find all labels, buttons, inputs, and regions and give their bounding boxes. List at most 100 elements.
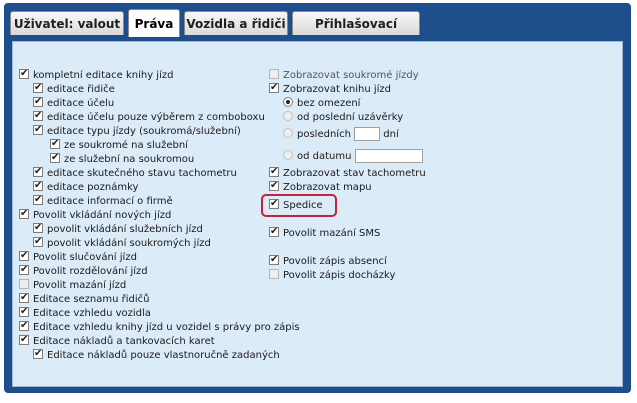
checkbox[interactable] <box>33 83 43 93</box>
checkbox[interactable] <box>19 293 29 303</box>
perm-edit-purpose[interactable]: editace účelu <box>33 97 114 111</box>
checkbox[interactable] <box>19 321 29 331</box>
perm-label: ze soukromé na služební <box>64 140 188 151</box>
radio-since-last-closing[interactable]: od poslední uzávěrky <box>283 111 403 125</box>
date-input[interactable] <box>354 149 423 163</box>
checkbox[interactable] <box>19 69 29 79</box>
checkbox[interactable] <box>19 251 29 261</box>
checkbox[interactable] <box>50 153 60 163</box>
perm-edit-purpose-combobox[interactable]: editace účelu pouze výběrem z comboboxu <box>33 111 265 125</box>
opt-show-map[interactable]: Zobrazovat mapu <box>269 181 372 195</box>
checkbox[interactable] <box>50 139 60 149</box>
perm-label: editace řidiče <box>47 84 115 95</box>
tab-vehicles-drivers[interactable]: Vozidla a řidiči <box>184 11 288 35</box>
perm-label: Editace nákladů pouze vlastnoručně zadan… <box>47 350 280 361</box>
perm-edit-logbook-look[interactable]: Editace vzhledu knihy jízd u vozidel s p… <box>19 321 300 335</box>
perm-label: ze služební na soukromou <box>64 154 195 165</box>
perm-label: kompletní editace knihy jízd <box>33 70 174 81</box>
opt-allow-attendance[interactable]: Povolit zápis docházky <box>269 269 395 283</box>
checkbox[interactable] <box>269 181 279 191</box>
opt-label: Zobrazovat knihu jízd <box>283 84 391 95</box>
checkbox[interactable] <box>33 125 43 135</box>
radio-button[interactable] <box>283 111 293 121</box>
radio-label: od poslední uzávěrky <box>297 112 404 123</box>
checkbox[interactable] <box>269 255 279 265</box>
checkbox[interactable] <box>19 335 29 345</box>
perm-delete-trips[interactable]: Povolit mazání jízd <box>19 279 126 293</box>
perm-label: Editace vzhledu vozidla <box>33 308 151 319</box>
opt-label: Zobrazovat stav tachometru <box>283 168 426 179</box>
checkbox[interactable] <box>269 83 279 93</box>
radio-button[interactable] <box>283 97 293 107</box>
perm-label: povolit vkládání soukromých jízd <box>47 238 211 249</box>
opt-allow-absence[interactable]: Povolit zápis absencí <box>269 255 387 269</box>
perm-edit-own-costs[interactable]: Editace nákladů pouze vlastnoručně zadan… <box>33 349 280 363</box>
checkbox[interactable] <box>269 69 279 79</box>
checkbox[interactable] <box>33 237 43 247</box>
checkbox[interactable] <box>269 269 279 279</box>
opt-show-tachometer[interactable]: Zobrazovat stav tachometru <box>269 167 426 181</box>
perm-edit-note[interactable]: editace poznámky <box>33 181 138 195</box>
radio-label: bez omezení <box>297 98 361 109</box>
perm-label: povolit vkládání služebních jízd <box>47 224 203 235</box>
checkbox[interactable] <box>33 111 43 121</box>
perm-split-trips[interactable]: Povolit rozdělování jízd <box>19 265 148 279</box>
checkbox[interactable] <box>33 181 43 191</box>
highlight-box <box>261 194 337 217</box>
perm-edit-costs-cards[interactable]: Editace nákladů a tankovacích karet <box>19 335 215 349</box>
perm-private-to-business[interactable]: ze soukromé na služební <box>50 139 188 153</box>
opt-show-private-trips[interactable]: Zobrazovat soukromé jízdy <box>269 69 419 83</box>
checkbox[interactable] <box>33 349 43 359</box>
checkbox[interactable] <box>19 279 29 289</box>
radio-no-limit[interactable]: bez omezení <box>283 97 360 111</box>
checkbox[interactable] <box>33 195 43 205</box>
perm-edit-drivers-list[interactable]: Editace seznamu řidičů <box>19 293 150 307</box>
checkbox[interactable] <box>269 167 279 177</box>
opt-show-logbook[interactable]: Zobrazovat knihu jízd <box>269 83 391 97</box>
radio-button[interactable] <box>283 150 293 160</box>
opt-label: Zobrazovat mapu <box>283 182 372 193</box>
perm-label: editace informací o firmě <box>47 196 173 207</box>
perm-label: Povolit slučování jízd <box>33 252 137 263</box>
checkbox[interactable] <box>19 209 29 219</box>
perm-label: Povolit rozdělování jízd <box>33 266 148 277</box>
radio-button[interactable] <box>283 128 293 138</box>
perm-label: Editace vzhledu knihy jízd u vozidel s p… <box>33 322 300 333</box>
perm-merge-trips[interactable]: Povolit slučování jízd <box>19 251 137 265</box>
perm-label: editace typu jízdy (soukromá/služební) <box>47 126 241 137</box>
checkbox[interactable] <box>33 167 43 177</box>
radio-last-days[interactable]: posledních dní <box>283 127 399 141</box>
perm-label: editace skutečného stavu tachometru <box>47 168 237 179</box>
tab-rights[interactable]: Práva <box>128 9 180 37</box>
perm-insert-business-trips[interactable]: povolit vkládání služebních jízd <box>33 223 203 237</box>
opt-label: Povolit mazání SMS <box>283 228 381 239</box>
perm-edit-trip-type[interactable]: editace typu jízdy (soukromá/služební) <box>33 125 241 139</box>
opt-label: Zobrazovat soukromé jízdy <box>283 70 419 81</box>
perm-label: Editace seznamu řidičů <box>33 294 150 305</box>
perm-edit-driver[interactable]: editace řidiče <box>33 83 115 97</box>
perm-label: editace účelu pouze výběrem z comboboxu <box>47 112 265 123</box>
tab-user[interactable]: Uživatel: valout <box>10 11 124 35</box>
perm-edit-tachometer[interactable]: editace skutečného stavu tachometru <box>33 167 237 181</box>
checkbox[interactable] <box>19 307 29 317</box>
days-suffix: dní <box>383 129 399 140</box>
perm-full-logbook-edit[interactable]: kompletní editace knihy jízd <box>19 69 173 83</box>
checkbox[interactable] <box>33 97 43 107</box>
checkbox[interactable] <box>33 223 43 233</box>
perm-label: Povolit mazání jízd <box>33 280 127 291</box>
radio-label: od datumu <box>297 151 352 162</box>
perm-edit-vehicle-look[interactable]: Editace vzhledu vozidla <box>19 307 151 321</box>
perm-edit-company-info[interactable]: editace informací o firmě <box>33 195 173 209</box>
radio-label: posledních <box>297 129 351 140</box>
checkbox[interactable] <box>19 265 29 275</box>
perm-insert-trips[interactable]: Povolit vkládání nových jízd <box>19 209 171 223</box>
radio-from-date[interactable]: od datumu <box>283 149 423 163</box>
opt-allow-sms-delete[interactable]: Povolit mazání SMS <box>269 227 380 241</box>
perm-label: editace poznámky <box>47 182 139 193</box>
perm-label: Povolit vkládání nových jízd <box>33 210 172 221</box>
perm-business-to-private[interactable]: ze služební na soukromou <box>50 153 194 167</box>
tab-login-tokens[interactable]: Přihlašovací tokeny <box>292 11 420 55</box>
days-input[interactable] <box>354 127 381 141</box>
checkbox[interactable] <box>269 227 279 237</box>
perm-insert-private-trips[interactable]: povolit vkládání soukromých jízd <box>33 237 211 251</box>
